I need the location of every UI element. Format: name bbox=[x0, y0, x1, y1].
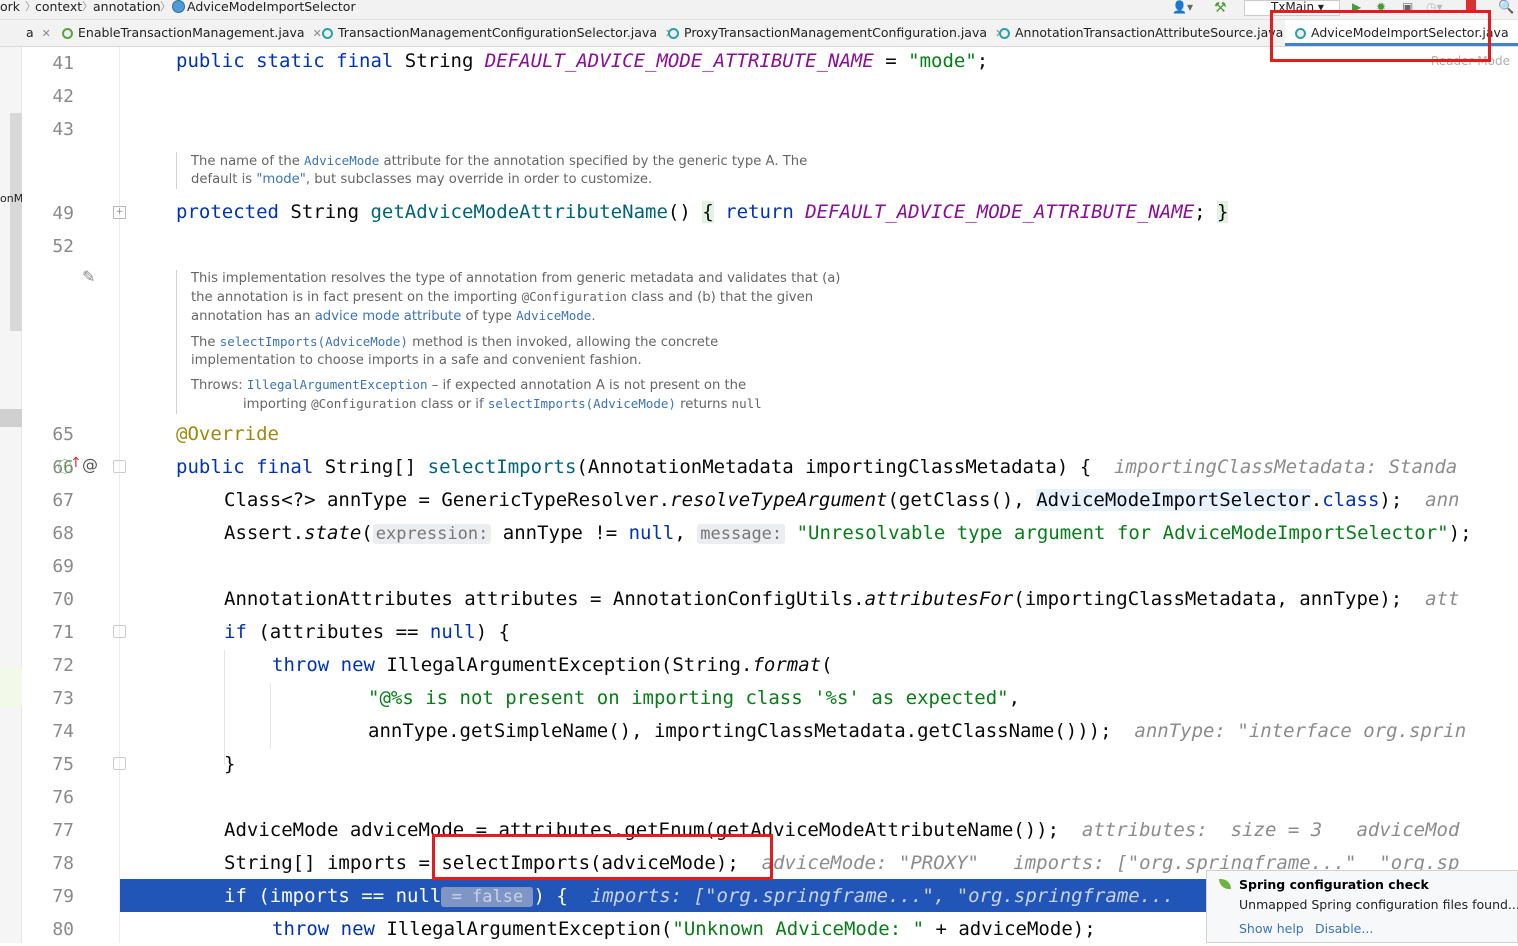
line-number: 43 bbox=[52, 119, 74, 140]
spring-leaf-icon bbox=[1219, 879, 1231, 889]
breadcrumb-separator: 〉 bbox=[160, 0, 171, 13]
scroll-marker bbox=[0, 409, 22, 427]
code-line-72[interactable]: throw new IllegalArgumentException(Strin… bbox=[272, 649, 833, 682]
line-number: 41 bbox=[52, 53, 74, 74]
inline-value-hint: = false bbox=[441, 887, 534, 907]
code-line-68[interactable]: Assert.state(expression: annType != null… bbox=[224, 517, 1472, 550]
fold-expand-icon[interactable]: + bbox=[113, 206, 126, 219]
tab-label: AnnotationTransactionAttributeSource.jav… bbox=[1015, 25, 1284, 40]
line-number: 71 bbox=[52, 622, 74, 643]
close-icon[interactable]: ✕ bbox=[42, 27, 51, 40]
javadoc-rendered: The name of the AdviceMode attribute for… bbox=[176, 152, 807, 189]
tab-annotation-transaction-attribute-source[interactable]: AnnotationTransactionAttributeSource.jav… bbox=[999, 20, 1301, 46]
scroll-marker bbox=[10, 113, 22, 331]
line-number: 73 bbox=[52, 688, 74, 709]
line-number: 78 bbox=[52, 853, 74, 874]
line-number: 79 bbox=[52, 886, 74, 907]
doc-link[interactable]: selectImports(AdviceMode) bbox=[488, 396, 676, 411]
code-line-71[interactable]: if (attributes == null) { bbox=[224, 616, 510, 649]
javadoc-rendered: This implementation resolves the type of… bbox=[176, 270, 840, 414]
left-strip-label: onM bbox=[0, 192, 24, 205]
notification-body: Unmapped Spring configuration files foun… bbox=[1239, 897, 1518, 912]
code-line-79[interactable]: if (imports == null = false ) { imports:… bbox=[224, 880, 1174, 913]
code-line-67[interactable]: Class<?> annType = GenericTypeResolver.r… bbox=[224, 484, 1459, 517]
annotation-at-icon[interactable]: @ bbox=[82, 455, 98, 474]
disable-link[interactable]: Disable... bbox=[1315, 921, 1373, 936]
highlight-box-tab bbox=[1270, 10, 1491, 62]
code-line-73[interactable]: "@%s is not present on importing class '… bbox=[368, 682, 1020, 715]
class-icon bbox=[668, 28, 679, 39]
code-line-49[interactable]: protected String getAdviceModeAttributeN… bbox=[176, 196, 1229, 229]
line-number: 42 bbox=[52, 86, 74, 107]
overrides-arrow-icon[interactable]: ↑ bbox=[70, 455, 82, 471]
line-number: 67 bbox=[52, 490, 74, 511]
line-number: 74 bbox=[52, 721, 74, 742]
class-icon bbox=[322, 28, 333, 39]
tab-overflow[interactable]: a ✕ bbox=[26, 20, 51, 46]
fold-icon[interactable] bbox=[113, 460, 126, 473]
stop-icon[interactable] bbox=[1466, 0, 1476, 10]
line-number: 65 bbox=[52, 424, 74, 445]
doc-link[interactable]: AdviceMode bbox=[304, 153, 379, 168]
left-tool-strip: onM bbox=[0, 47, 24, 943]
line-number: 80 bbox=[52, 919, 74, 940]
code-line-77[interactable]: AdviceMode adviceMode = attributes.getEn… bbox=[224, 814, 1459, 847]
fold-icon[interactable] bbox=[113, 757, 126, 770]
tab-transaction-management-configuration-selector[interactable]: TransactionManagementConfigurationSelect… bbox=[322, 20, 674, 46]
line-number: 75 bbox=[52, 754, 74, 775]
notification-title: Spring configuration check bbox=[1239, 877, 1429, 892]
fold-icon[interactable] bbox=[113, 625, 126, 638]
class-icon bbox=[999, 28, 1010, 39]
doc-link[interactable]: advice mode attribute bbox=[315, 309, 462, 324]
code-line-75[interactable]: } bbox=[224, 748, 235, 781]
line-number: 72 bbox=[52, 655, 74, 676]
breadcrumb-item[interactable]: ork bbox=[0, 0, 20, 14]
close-icon[interactable]: ✕ bbox=[313, 27, 322, 40]
doc-link[interactable]: IllegalArgumentException bbox=[247, 377, 428, 392]
breadcrumb-item[interactable]: context bbox=[35, 0, 82, 14]
line-number: 52 bbox=[52, 236, 74, 257]
change-marker bbox=[0, 667, 22, 707]
editor-gutter: 41 42 43 49 52 65 66 67 68 69 70 71 72 7… bbox=[22, 47, 126, 943]
doc-link[interactable]: selectImports(AdviceMode) bbox=[220, 334, 408, 349]
breadcrumb-separator: 〉 bbox=[82, 0, 93, 13]
line-number: 77 bbox=[52, 820, 74, 841]
class-icon bbox=[62, 28, 73, 39]
build-hammer-icon[interactable]: ⚒ bbox=[1214, 0, 1227, 16]
user-icon[interactable]: 👤▾ bbox=[1172, 0, 1193, 14]
tab-label: TransactionManagementConfigurationSelect… bbox=[338, 25, 657, 40]
code-line-80[interactable]: throw new IllegalArgumentException("Unkn… bbox=[272, 913, 1096, 946]
line-number: 70 bbox=[52, 589, 74, 610]
indent-guide bbox=[270, 683, 271, 749]
line-number: 69 bbox=[52, 556, 74, 577]
show-help-link[interactable]: Show help bbox=[1239, 921, 1304, 936]
tab-enable-transaction-management[interactable]: EnableTransactionManagement.java ✕ bbox=[62, 20, 322, 46]
class-icon bbox=[172, 0, 185, 13]
line-number: 68 bbox=[52, 523, 74, 544]
code-line-65[interactable]: @Override bbox=[176, 418, 279, 451]
tab-label: a bbox=[26, 25, 34, 40]
edit-pencil-icon[interactable]: ✎ bbox=[82, 267, 95, 286]
line-number: 76 bbox=[52, 787, 74, 808]
search-icon[interactable]: 🔍 bbox=[1498, 0, 1514, 15]
tab-proxy-transaction-management-configuration[interactable]: ProxyTransactionManagementConfiguration.… bbox=[668, 20, 1004, 46]
tab-label: EnableTransactionManagement.java bbox=[78, 25, 305, 40]
breadcrumb-item-current[interactable]: AdviceModeImportSelector bbox=[187, 0, 356, 14]
param-hint: expression: bbox=[372, 524, 492, 544]
line-number: 49 bbox=[52, 203, 74, 224]
param-hint: message: bbox=[697, 524, 786, 544]
breadcrumb-item[interactable]: annotation bbox=[93, 0, 161, 14]
doc-link[interactable]: AdviceMode bbox=[516, 308, 591, 323]
code-line-74[interactable]: annType.getSimpleName(), importingClassM… bbox=[368, 715, 1466, 748]
tab-label: ProxyTransactionManagementConfiguration.… bbox=[684, 25, 988, 40]
code-line-70[interactable]: AnnotationAttributes attributes = Annota… bbox=[224, 583, 1459, 616]
highlight-box-select-imports bbox=[432, 834, 773, 880]
spring-config-notification: Spring configuration check Unmapped Spri… bbox=[1206, 870, 1518, 943]
code-line-41[interactable]: public static final String DEFAULT_ADVIC… bbox=[176, 45, 988, 78]
code-line-66[interactable]: public final String[] selectImports(Anno… bbox=[176, 451, 1457, 484]
